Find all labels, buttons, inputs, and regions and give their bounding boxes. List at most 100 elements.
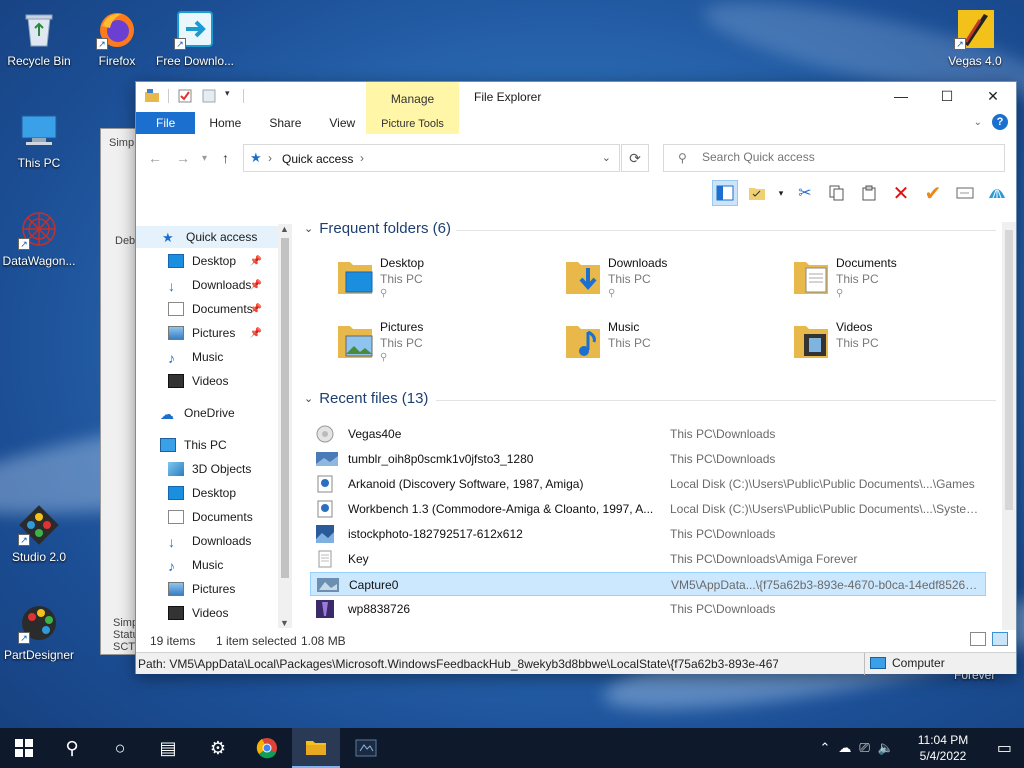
chevron-down-icon[interactable]: ▾ xyxy=(776,180,786,206)
nav-item-quick-access[interactable]: ★ Quick access xyxy=(136,226,278,248)
paste-icon[interactable] xyxy=(856,180,882,206)
volume-icon[interactable]: 🔈 xyxy=(878,740,894,756)
recent-file-row[interactable]: Workbench 1.3 (Commodore-Amiga & Cloanto… xyxy=(310,497,986,521)
nav-item-documents[interactable]: Documents 📌 xyxy=(136,298,278,320)
frequent-folder-music[interactable]: Music This PC xyxy=(564,318,784,378)
tab-view[interactable]: View xyxy=(315,112,369,134)
breadcrumb-separator-icon[interactable]: › xyxy=(360,151,364,165)
search-box[interactable]: ⚲ xyxy=(663,144,1005,172)
nav-item-this-pc[interactable]: This PC xyxy=(136,434,278,456)
frequent-folder-desktop[interactable]: Desktop This PC ⚲ xyxy=(336,254,556,314)
large-icons-view-icon[interactable] xyxy=(992,632,1008,646)
nav-item-downloads[interactable]: ↓ Downloads 📌 xyxy=(136,274,278,296)
title-bar[interactable]: ▾ File Explorer — ☐ ✕ xyxy=(136,82,1016,110)
desktop-icon-recycle-bin[interactable]: Recycle Bin xyxy=(0,8,79,68)
nav-item-3d-objects[interactable]: 3D Objects xyxy=(136,458,278,480)
folder-options-icon[interactable] xyxy=(744,180,770,206)
chevron-down-icon[interactable]: ⌄ xyxy=(304,392,313,405)
scroll-up-icon[interactable]: ▲ xyxy=(280,224,289,234)
nav-item-pc-downloads[interactable]: ↓ Downloads xyxy=(136,530,278,552)
desktop-icon-free-download[interactable]: ↗ Free Downlo... xyxy=(155,8,235,68)
shell-icon[interactable] xyxy=(984,180,1010,206)
tab-share[interactable]: Share xyxy=(255,112,315,134)
nav-item-videos[interactable]: Videos xyxy=(136,370,278,392)
tab-file[interactable]: File xyxy=(136,112,196,134)
recent-file-row[interactable]: wp8838726 This PC\Downloads xyxy=(310,597,986,621)
close-button[interactable]: ✕ xyxy=(970,82,1016,110)
recent-file-row[interactable]: istockphoto-182792517-612x612 This PC\Do… xyxy=(310,522,986,546)
preview-pane-icon[interactable] xyxy=(712,180,738,206)
clock[interactable]: 11:04 PM 5/4/2022 xyxy=(908,732,978,764)
tab-home[interactable]: Home xyxy=(195,112,255,134)
pin-icon[interactable]: 📌 xyxy=(250,256,262,267)
address-bar[interactable]: ★ › Quick access › ⌄ xyxy=(243,144,620,172)
folder-icon[interactable] xyxy=(144,88,160,104)
recent-file-row[interactable]: Arkanoid (Discovery Software, 1987, Amig… xyxy=(310,472,986,496)
settings-gear-icon[interactable]: ⚙ xyxy=(194,728,242,768)
nav-item-desktop[interactable]: Desktop 📌 xyxy=(136,250,278,272)
app-taskbar-icon[interactable] xyxy=(342,728,390,768)
delete-icon[interactable]: ✕ xyxy=(888,180,914,206)
nav-pane-scrollbar[interactable]: ▲ ▼ xyxy=(278,224,292,628)
frequent-folder-downloads[interactable]: Downloads This PC ⚲ xyxy=(564,254,784,314)
nav-item-music[interactable]: ♪ Music xyxy=(136,346,278,368)
nav-item-pc-pictures[interactable]: Pictures xyxy=(136,578,278,600)
properties-icon[interactable] xyxy=(177,88,193,104)
checkmark-icon[interactable]: ✔ xyxy=(920,180,946,206)
nav-item-pictures[interactable]: Pictures 📌 xyxy=(136,322,278,344)
windows-start-icon[interactable] xyxy=(0,728,48,768)
details-view-icon[interactable] xyxy=(970,632,986,646)
file-explorer-window[interactable]: ▾ File Explorer — ☐ ✕ Manage Picture Too… xyxy=(135,81,1017,675)
scrollbar-thumb[interactable] xyxy=(281,238,289,578)
frequent-folders-header[interactable]: ⌄ Frequent folders (6) xyxy=(304,220,451,237)
pin-icon[interactable]: 📌 xyxy=(250,328,262,339)
scrollbar-thumb[interactable] xyxy=(1005,230,1013,510)
up-arrow-icon[interactable]: ↑ xyxy=(222,150,229,166)
scroll-down-icon[interactable]: ▼ xyxy=(280,618,289,628)
copy-icon[interactable] xyxy=(824,180,850,206)
rename-icon[interactable] xyxy=(952,180,978,206)
frequent-folder-pictures[interactable]: Pictures This PC ⚲ xyxy=(336,318,556,378)
background-window[interactable]: Simp Debu Simp Statu SCT xyxy=(100,128,141,655)
task-view-icon[interactable]: ▤ xyxy=(144,728,192,768)
navigation-pane[interactable]: ★ Quick access Desktop 📌 ↓ Downloads 📌 D… xyxy=(136,222,292,632)
expand-ribbon-icon[interactable]: ⌄ xyxy=(974,117,982,128)
breadcrumb-separator-icon[interactable]: › xyxy=(268,151,272,165)
content-scrollbar[interactable] xyxy=(1002,222,1016,630)
nav-item-pc-documents[interactable]: Documents xyxy=(136,506,278,528)
chrome-icon[interactable] xyxy=(243,728,291,768)
recent-file-row[interactable]: Key This PC\Downloads\Amiga Forever xyxy=(310,547,986,571)
network-icon[interactable]: ⎚ xyxy=(859,740,869,756)
frequent-folder-documents[interactable]: Documents This PC ⚲ xyxy=(792,254,1004,314)
desktop-icon-this-pc[interactable]: This PC xyxy=(0,110,79,170)
recent-file-row[interactable]: Vegas40e This PC\Downloads xyxy=(310,422,986,446)
desktop-icon-firefox[interactable]: ↗ Firefox xyxy=(77,8,157,68)
breadcrumb-quick-access[interactable]: Quick access xyxy=(282,152,353,166)
forward-arrow-icon[interactable]: → xyxy=(176,150,190,166)
chevron-down-icon[interactable]: ▾ xyxy=(225,88,235,104)
new-folder-icon[interactable] xyxy=(201,88,217,104)
nav-item-pc-videos[interactable]: Videos xyxy=(136,602,278,624)
desktop-icon-vegas[interactable]: ↗ Vegas 4.0 xyxy=(935,8,1015,68)
chevron-down-icon[interactable]: ⌄ xyxy=(304,222,313,235)
desktop-icon-partdesigner[interactable]: ↗ PartDesigner xyxy=(0,602,79,662)
cortana-icon[interactable]: ○ xyxy=(96,728,144,768)
help-icon[interactable]: ? xyxy=(992,114,1008,130)
search-input[interactable] xyxy=(702,150,992,164)
search-icon[interactable]: ⚲ xyxy=(48,728,96,768)
file-explorer-taskbar-icon[interactable] xyxy=(292,728,340,768)
frequent-folder-videos[interactable]: Videos This PC xyxy=(792,318,1004,378)
recent-files-header[interactable]: ⌄ Recent files (13) xyxy=(304,390,428,407)
pin-icon[interactable]: 📌 xyxy=(250,304,262,315)
tab-manage[interactable]: Manage xyxy=(366,92,459,106)
recent-file-row-selected[interactable]: Capture0 VM5\AppData...\{f75a62b3-893e-4… xyxy=(310,572,986,596)
desktop-icon-datawagon[interactable]: ↗ DataWagon... xyxy=(0,208,79,268)
nav-item-onedrive[interactable]: ☁ OneDrive xyxy=(136,402,278,424)
cloud-icon[interactable]: ☁ xyxy=(838,740,851,756)
nav-item-pc-music[interactable]: ♪ Music xyxy=(136,554,278,576)
minimize-button[interactable]: — xyxy=(878,82,924,110)
notification-icon[interactable]: ▭ xyxy=(997,738,1012,758)
chevron-up-icon[interactable]: ⌃ xyxy=(820,740,831,756)
refresh-button[interactable]: ⟳ xyxy=(621,144,649,172)
chevron-down-icon[interactable]: ⌄ xyxy=(602,151,611,164)
